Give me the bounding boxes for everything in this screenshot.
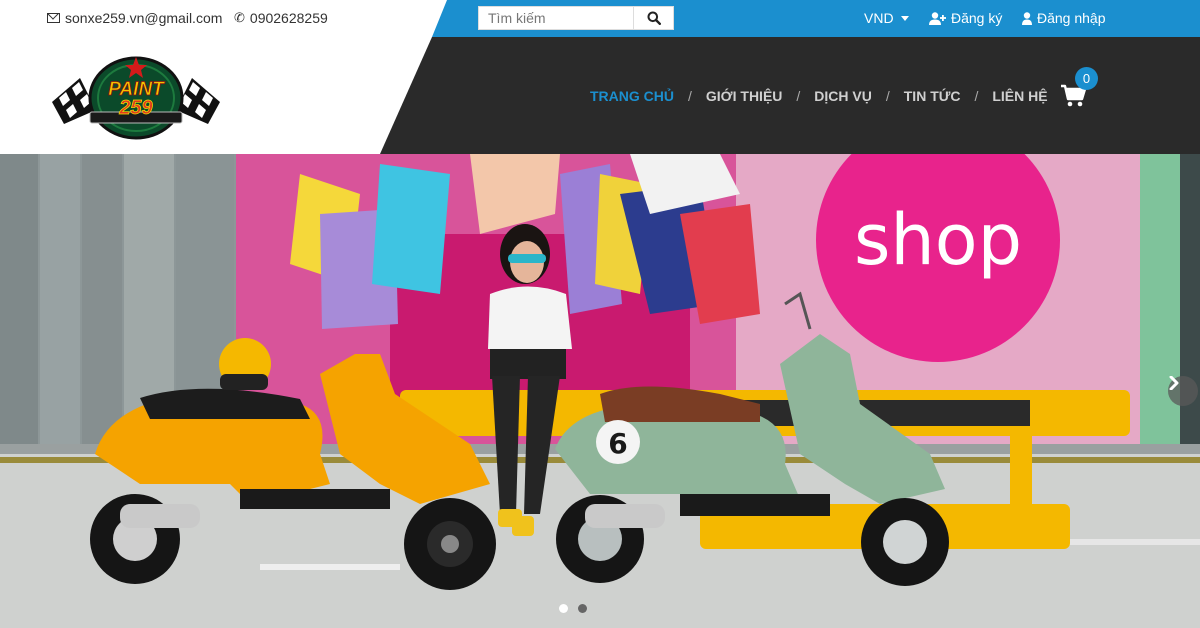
nav-separator: / — [974, 88, 979, 104]
envelope-icon — [47, 13, 60, 23]
register-label: Đăng ký — [951, 10, 1003, 26]
user-icon — [1022, 11, 1032, 25]
nav-separator: / — [688, 88, 692, 104]
slider-dot-1[interactable] — [559, 604, 568, 613]
nav-item-contact[interactable]: LIÊN HỆ — [992, 88, 1047, 104]
currency-label: VND — [864, 10, 894, 26]
hero-slide-image: shop 6 — [0, 154, 1200, 628]
cart-count-badge: 0 — [1075, 67, 1098, 90]
site-header: PAINT 259 TRANG CHỦ / GIỚI THIỆU / DỊCH … — [0, 37, 1200, 154]
nav-separator: / — [885, 88, 890, 104]
slider-dot-2[interactable] — [578, 604, 587, 613]
nav-item-home[interactable]: TRANG CHỦ — [590, 88, 674, 104]
logo-text-number: 259 — [118, 97, 153, 119]
top-bar: sonxe259.vn@gmail.com ✆ 0902628259 VND Đ… — [0, 0, 1200, 37]
nav-item-news[interactable]: TIN TỨC — [904, 88, 961, 104]
billboard-shop-text: shop — [854, 199, 1022, 281]
phone-text: 0902628259 — [249, 10, 328, 26]
search-button[interactable] — [633, 7, 673, 29]
phone-icon: ✆ — [234, 10, 245, 25]
register-link[interactable]: Đăng ký — [929, 10, 1002, 26]
search-box — [478, 6, 674, 30]
slider-next-button[interactable] — [1168, 376, 1198, 406]
nav-item-about[interactable]: GIỚI THIỆU — [706, 88, 783, 104]
login-link[interactable]: Đăng nhập — [1022, 10, 1106, 26]
contact-email[interactable]: sonxe259.vn@gmail.com — [47, 10, 222, 26]
chevron-right-icon — [1169, 376, 1179, 390]
scooter-number-badge: 6 — [608, 427, 627, 460]
hero-slider: shop 6 — [0, 154, 1200, 628]
contact-phone[interactable]: ✆ 0902628259 — [234, 10, 328, 26]
email-text: sonxe259.vn@gmail.com — [65, 10, 223, 26]
nav-item-services[interactable]: DỊCH VỤ — [814, 88, 872, 104]
slider-pagination — [559, 604, 587, 613]
caret-down-icon — [900, 15, 909, 21]
currency-selector[interactable]: VND — [864, 10, 909, 26]
nav-separator: / — [796, 88, 801, 104]
site-logo[interactable]: PAINT 259 — [50, 52, 222, 140]
login-label: Đăng nhập — [1037, 10, 1106, 26]
main-nav: TRANG CHỦ / GIỚI THIỆU / DỊCH VỤ / TIN T… — [590, 88, 1048, 104]
user-plus-icon — [929, 11, 946, 25]
search-input[interactable] — [479, 7, 633, 29]
search-icon — [647, 11, 661, 25]
